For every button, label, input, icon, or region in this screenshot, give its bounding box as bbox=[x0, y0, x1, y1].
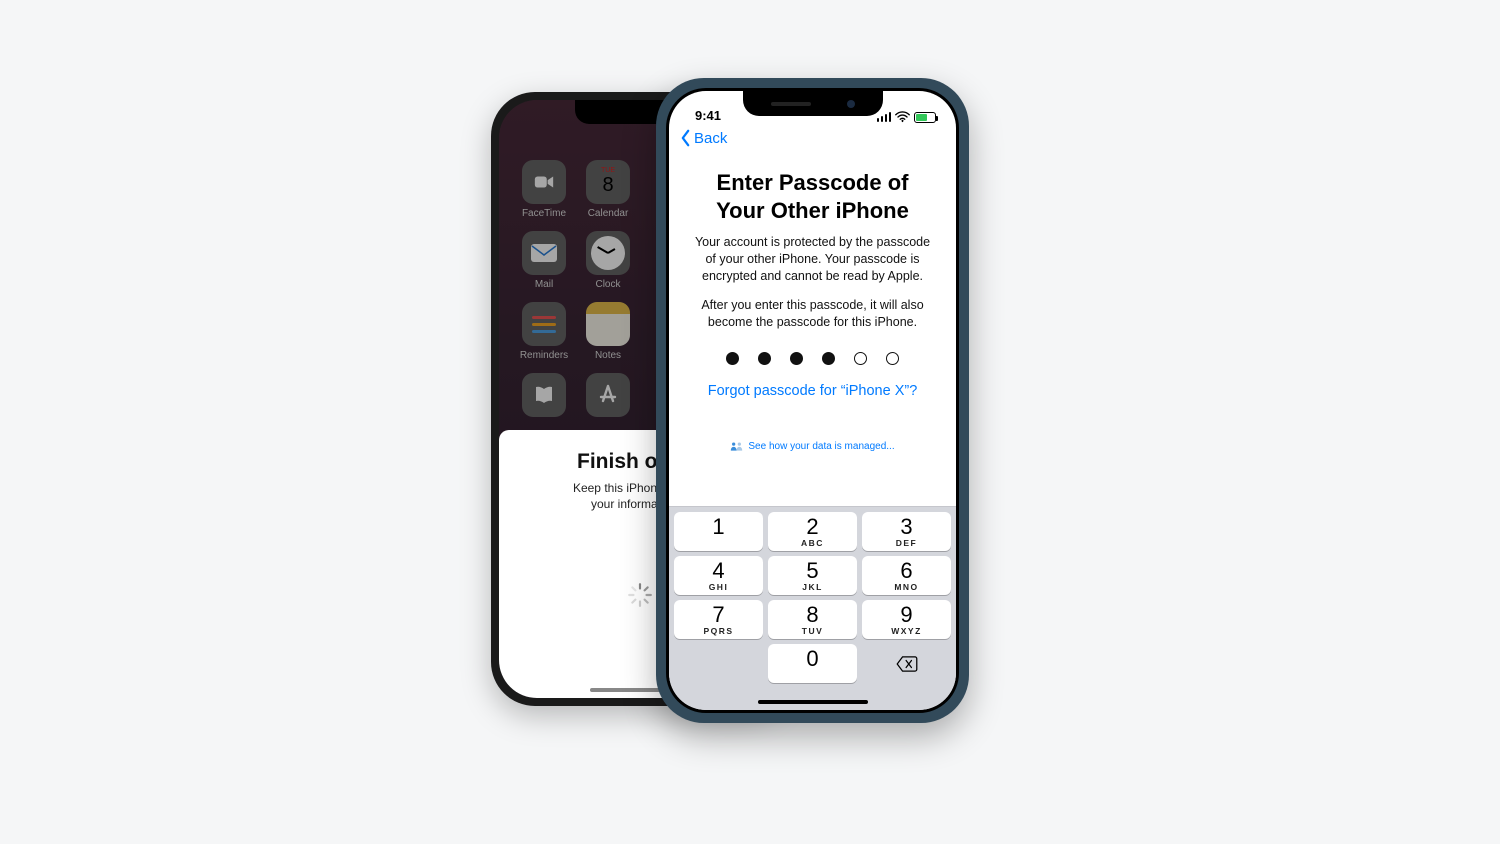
key-6[interactable]: 6MNO bbox=[862, 556, 951, 595]
passcode-dot bbox=[726, 352, 739, 365]
privacy-icon bbox=[730, 441, 743, 452]
battery-icon bbox=[914, 112, 936, 123]
data-managed-link[interactable]: See how your data is managed... bbox=[689, 441, 936, 452]
phone-front: 9:41 Back Enter Passcode of Your Other i… bbox=[656, 78, 969, 723]
back-button[interactable]: Back bbox=[679, 129, 727, 147]
passcode-dot bbox=[886, 352, 899, 365]
numeric-keypad: 1 2ABC 3DEF 4GHI 5JKL 6MNO 7PQRS 8TUV 9W… bbox=[669, 506, 956, 710]
key-delete[interactable] bbox=[862, 644, 951, 683]
key-5[interactable]: 5JKL bbox=[768, 556, 857, 595]
key-2[interactable]: 2ABC bbox=[768, 512, 857, 551]
loading-spinner-icon bbox=[627, 582, 653, 613]
key-blank bbox=[674, 644, 763, 683]
passcode-dot bbox=[822, 352, 835, 365]
back-label: Back bbox=[694, 130, 727, 147]
description-2: After you enter this passcode, it will a… bbox=[689, 297, 936, 331]
key-7[interactable]: 7PQRS bbox=[674, 600, 763, 639]
key-9[interactable]: 9WXYZ bbox=[862, 600, 951, 639]
forgot-passcode-link[interactable]: Forgot passcode for “iPhone X”? bbox=[689, 383, 936, 399]
chevron-left-icon bbox=[679, 129, 692, 147]
page-title: Enter Passcode of Your Other iPhone bbox=[689, 169, 936, 224]
home-indicator[interactable] bbox=[758, 700, 868, 704]
key-4[interactable]: 4GHI bbox=[674, 556, 763, 595]
data-managed-label: See how your data is managed... bbox=[748, 441, 894, 452]
key-0[interactable]: 0 bbox=[768, 644, 857, 683]
passcode-dot bbox=[854, 352, 867, 365]
key-1[interactable]: 1 bbox=[674, 512, 763, 551]
passcode-dots bbox=[689, 352, 936, 365]
description-1: Your account is protected by the passcod… bbox=[689, 234, 936, 285]
status-time: 9:41 bbox=[689, 108, 721, 123]
passcode-dot bbox=[790, 352, 803, 365]
backspace-icon bbox=[896, 656, 918, 672]
passcode-dot bbox=[758, 352, 771, 365]
notch bbox=[743, 91, 883, 116]
cellular-signal-icon bbox=[877, 112, 892, 122]
key-3[interactable]: 3DEF bbox=[862, 512, 951, 551]
key-8[interactable]: 8TUV bbox=[768, 600, 857, 639]
wifi-icon bbox=[895, 111, 910, 123]
